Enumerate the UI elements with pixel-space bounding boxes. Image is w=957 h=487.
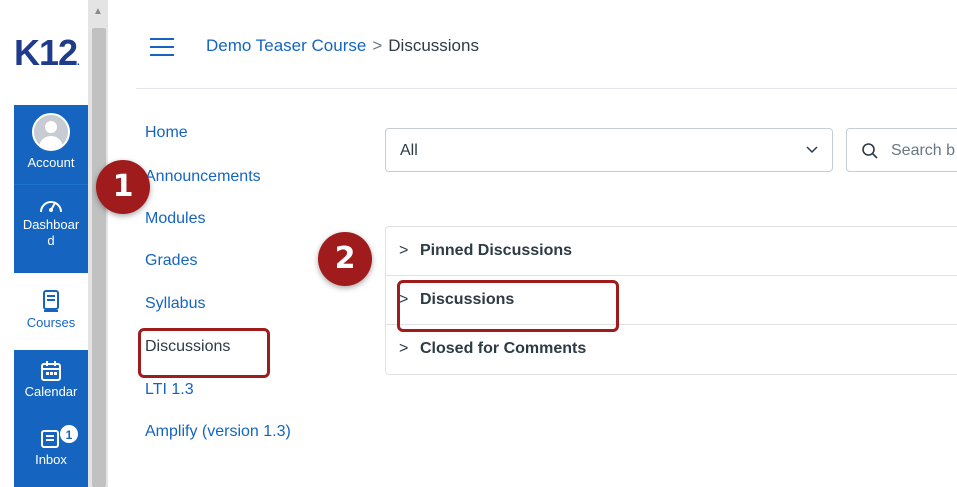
nav-account[interactable]: Account [14,105,88,185]
nav-account-label: Account [27,155,75,170]
course-nav-amplify[interactable]: Amplify (version 1.3) [145,423,291,441]
nav-calendar-label: Calendar [24,384,78,399]
search-input[interactable]: Search b [846,128,957,172]
nav-courses-label: Courses [26,315,76,330]
logo-dot: . [77,57,80,68]
k12-logo[interactable]: K12. [14,32,80,74]
nav-scrollbar-thumb[interactable] [92,28,106,487]
course-nav-home[interactable]: Home [145,124,188,142]
calendar-icon [41,361,61,381]
global-nav: K12. Account Dashboar d Courses Calendar… [0,0,88,487]
course-nav-syllabus[interactable]: Syllabus [145,295,205,313]
scroll-up-arrow-icon[interactable]: ▲ [93,6,103,17]
speedometer-icon [40,201,62,213]
breadcrumb: Demo Teaser Course > Discussions [206,36,479,56]
nav-dashboard[interactable]: Dashboar d [14,185,88,273]
group-closed-label: Closed for Comments [420,340,587,357]
breadcrumb-current: Discussions [388,36,479,55]
annotation-highlight-course-discussions [138,328,270,378]
avatar-icon [32,113,70,151]
search-placeholder: Search b [891,142,956,159]
annotation-highlight-group-discussions [397,280,619,332]
chevron-right-icon: > [399,242,409,259]
course-nav-grades[interactable]: Grades [145,252,197,270]
nav-inbox-label: Inbox [35,452,67,467]
nav-calendar[interactable]: Calendar [14,350,88,418]
logo-text: K12 [14,32,78,73]
nav-courses[interactable]: Courses [14,279,88,345]
annotation-step-2-badge: 2 [318,232,372,286]
header-divider [136,88,957,89]
search-icon [862,143,878,159]
nav-dashboard-label-1: Dashboar [22,217,80,232]
chevron-right-icon: > [399,340,409,357]
discussion-filter-select[interactable]: All [385,128,833,172]
book-icon [43,290,59,312]
chevron-down-icon [806,146,818,154]
filter-selected-value: All [400,142,418,159]
breadcrumb-separator: > [372,36,383,55]
nav-dashboard-label-2: d [47,233,55,248]
group-closed-for-comments[interactable]: > Closed for Comments [386,325,957,374]
group-pinned-label: Pinned Discussions [420,242,573,259]
course-nav-announcements[interactable]: Announcements [145,168,261,186]
breadcrumb-course-link[interactable]: Demo Teaser Course [206,36,366,55]
hamburger-menu-icon[interactable] [150,38,174,56]
course-nav-lti[interactable]: LTI 1.3 [145,381,194,399]
group-pinned-discussions[interactable]: > Pinned Discussions [386,227,957,276]
inbox-unread-badge: 1 [59,424,79,444]
course-nav-modules[interactable]: Modules [145,210,205,228]
annotation-step-1-badge: 1 [96,160,150,214]
nav-inbox[interactable]: 1 Inbox [14,418,88,487]
